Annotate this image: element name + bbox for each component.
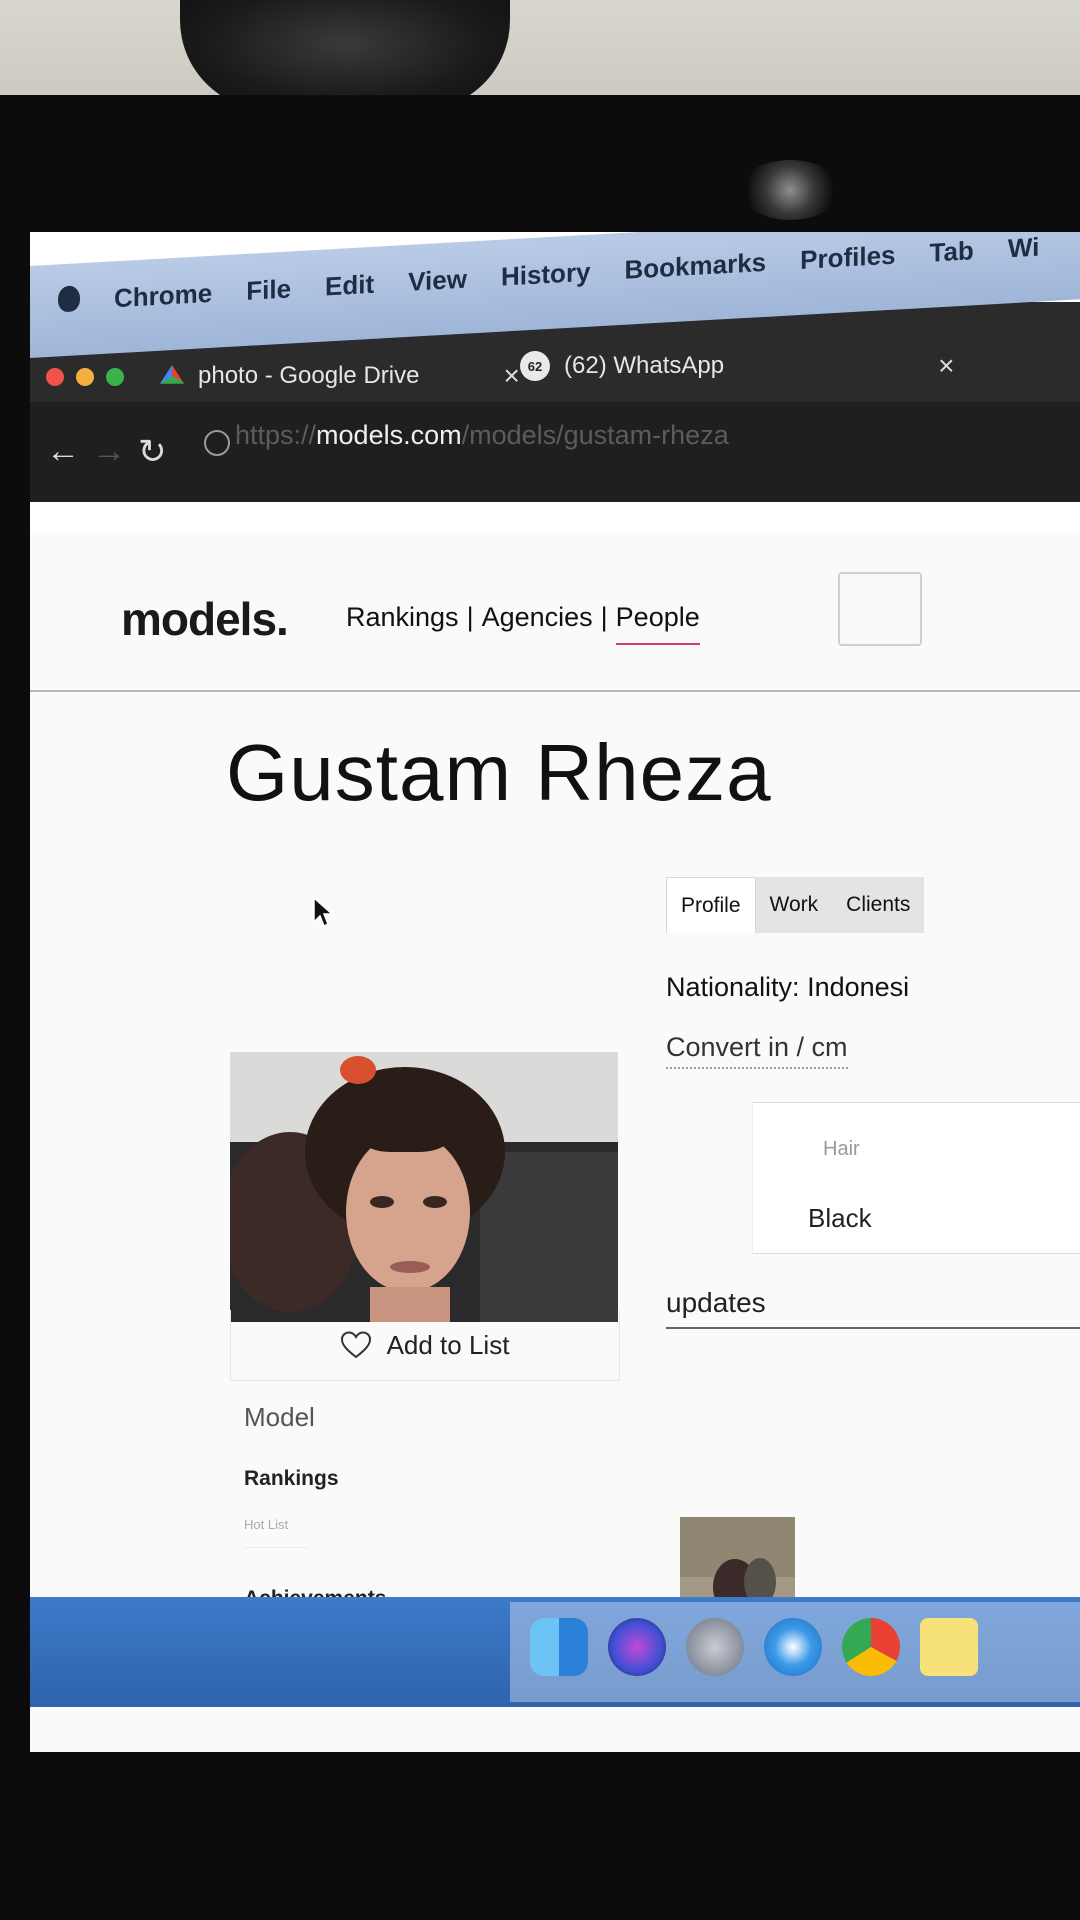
- zoom-window-button[interactable]: [106, 368, 124, 386]
- menu-bookmarks[interactable]: Bookmarks: [625, 247, 767, 286]
- site-nav: Rankings | Agencies | People: [346, 602, 700, 645]
- safari-icon[interactable]: [764, 1618, 822, 1676]
- finder-icon[interactable]: [530, 1618, 588, 1676]
- forward-arrow-icon[interactable]: →: [92, 432, 126, 471]
- menu-profiles[interactable]: Profiles: [800, 240, 895, 276]
- url-scheme: https://: [235, 420, 317, 450]
- siri-icon[interactable]: [608, 1618, 666, 1676]
- updates-heading: updates: [666, 1287, 1080, 1329]
- laptop-screen: photo - Google Drive × 62 (62) WhatsApp …: [30, 232, 1080, 1752]
- reload-icon[interactable]: ↻: [138, 432, 167, 472]
- nav-separator: |: [600, 602, 608, 632]
- add-to-list-label: Add to List: [386, 1329, 510, 1360]
- apple-icon[interactable]: [58, 285, 80, 313]
- hair-label: Hair: [823, 1138, 860, 1160]
- tab-clients[interactable]: Clients: [832, 877, 925, 933]
- nav-people[interactable]: People: [615, 602, 700, 645]
- menu-history[interactable]: History: [501, 257, 591, 293]
- address-bar[interactable]: https://models.com/models/gustam-rheza: [235, 420, 729, 451]
- nav-rankings[interactable]: Rankings: [346, 602, 459, 645]
- notes-icon[interactable]: [920, 1618, 978, 1676]
- bezel-glare: [740, 160, 840, 220]
- header-button[interactable]: [838, 572, 922, 646]
- tab-title: photo - Google Drive: [198, 362, 420, 389]
- mouse-cursor-icon: [313, 896, 334, 928]
- close-tab-icon[interactable]: ×: [938, 350, 954, 382]
- site-logo[interactable]: models.: [121, 592, 289, 646]
- launchpad-icon[interactable]: [686, 1618, 744, 1676]
- add-to-list-button[interactable]: Add to List: [230, 1310, 620, 1381]
- heart-icon: [340, 1331, 371, 1359]
- chrome-icon[interactable]: [842, 1618, 900, 1676]
- minimize-window-button[interactable]: [76, 368, 94, 386]
- url-host: models.com: [316, 420, 462, 450]
- role-label: Model: [244, 1402, 315, 1432]
- hot-list-badge[interactable]: Hot List: [244, 1517, 308, 1548]
- menu-edit[interactable]: Edit: [325, 269, 374, 303]
- menu-window[interactable]: Wi: [1008, 232, 1040, 264]
- background-bag: [180, 0, 510, 110]
- close-window-button[interactable]: [46, 368, 64, 386]
- macos-dock: [510, 1602, 1080, 1702]
- hair-value: Black: [808, 1203, 872, 1233]
- nationality-text: Nationality: Indonesi: [666, 972, 910, 1002]
- url-path: /models/gustam-rheza: [461, 420, 729, 450]
- whatsapp-icon: 62: [520, 351, 550, 381]
- tab-whatsapp[interactable]: 62 (62) WhatsApp ×: [520, 336, 954, 396]
- close-tab-icon[interactable]: ×: [503, 360, 519, 392]
- site-info-icon[interactable]: [204, 430, 230, 456]
- profile-tabs: Profile Work Clients: [666, 877, 1080, 933]
- profile-photo[interactable]: [230, 1052, 618, 1322]
- tab-title: (62) WhatsApp: [564, 352, 725, 379]
- menu-tab[interactable]: Tab: [930, 235, 974, 268]
- tab-profile[interactable]: Profile: [666, 877, 756, 933]
- nav-agencies[interactable]: Agencies: [482, 602, 593, 645]
- rankings-heading: Rankings: [244, 1467, 339, 1490]
- back-arrow-icon[interactable]: ←: [46, 432, 80, 471]
- header-divider: [30, 690, 1080, 692]
- browser-toolbar: ← → ↻: [30, 402, 1080, 502]
- tab-google-drive[interactable]: photo - Google Drive ×: [160, 346, 520, 406]
- tab-work[interactable]: Work: [755, 877, 833, 933]
- convert-units-link[interactable]: Convert in / cm: [666, 1032, 848, 1069]
- page-title: Gustam Rheza: [226, 728, 772, 817]
- menu-view[interactable]: View: [408, 264, 467, 298]
- hair-stat-card: Hair Black: [752, 1102, 1080, 1254]
- menu-file[interactable]: File: [246, 273, 291, 307]
- google-drive-icon: [160, 365, 184, 384]
- menu-app-name[interactable]: Chrome: [114, 278, 212, 314]
- models-website: models. Rankings | Agencies | People Gus…: [30, 532, 1080, 1752]
- nav-separator: |: [466, 602, 474, 632]
